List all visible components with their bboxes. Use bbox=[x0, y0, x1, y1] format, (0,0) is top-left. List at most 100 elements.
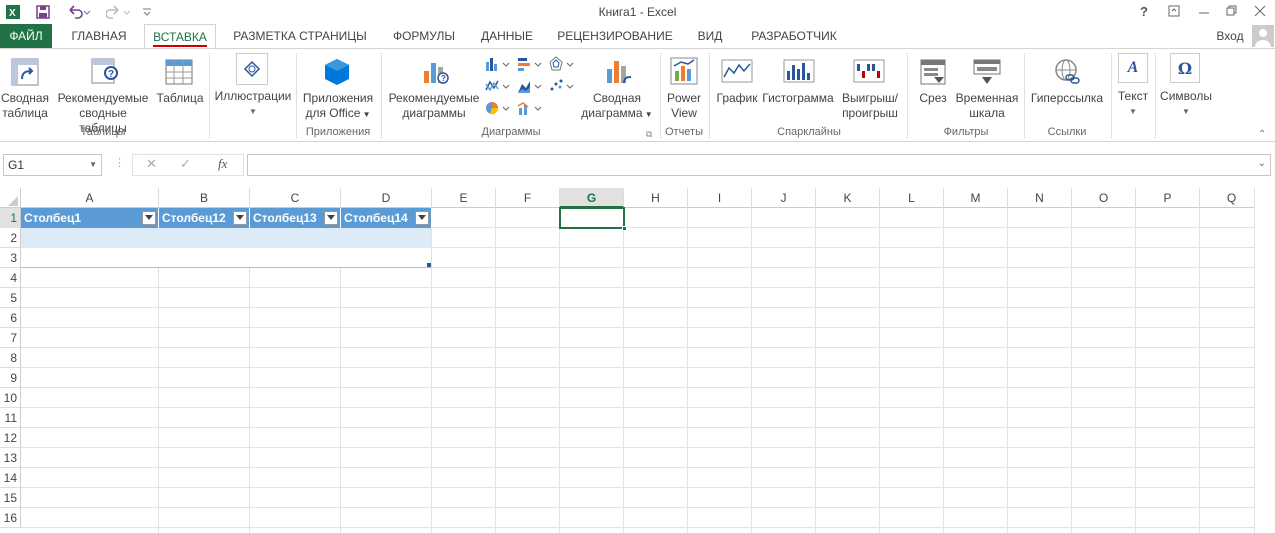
row-header[interactable]: 8 bbox=[0, 348, 21, 368]
minimize-icon[interactable] bbox=[1190, 0, 1218, 22]
insert-function-icon[interactable]: fx bbox=[218, 156, 227, 172]
recommended-charts-button[interactable]: Рекомендуемые диаграммы bbox=[386, 91, 482, 121]
row-header[interactable]: 4 bbox=[0, 268, 21, 288]
tab-home[interactable]: ГЛАВНАЯ bbox=[62, 24, 136, 48]
column-header[interactable]: B bbox=[159, 188, 250, 208]
power-view-button[interactable]: Power View bbox=[662, 91, 706, 121]
line-chart-icon[interactable] bbox=[484, 77, 512, 95]
column-header[interactable]: K bbox=[816, 188, 880, 208]
column-header[interactable]: G bbox=[560, 188, 624, 208]
restore-icon[interactable] bbox=[1218, 0, 1246, 22]
row-header[interactable]: 11 bbox=[0, 408, 21, 428]
row-header[interactable]: 2 bbox=[0, 228, 21, 248]
symbols-button[interactable]: Символы ▼ bbox=[1158, 89, 1214, 119]
table-band-row[interactable] bbox=[21, 228, 431, 248]
row-header[interactable]: 6 bbox=[0, 308, 21, 328]
row-header[interactable]: 15 bbox=[0, 488, 21, 508]
tab-formulas[interactable]: ФОРМУЛЫ bbox=[384, 24, 464, 48]
table-header-cell[interactable]: Столбец13 bbox=[250, 208, 341, 228]
row-header[interactable]: 3 bbox=[0, 248, 21, 268]
column-header[interactable]: M bbox=[944, 188, 1008, 208]
customize-qat-icon[interactable] bbox=[140, 2, 154, 22]
pivot-table-button[interactable]: Сводная таблица bbox=[0, 91, 50, 121]
pie-chart-icon[interactable] bbox=[484, 99, 512, 117]
column-header[interactable]: J bbox=[752, 188, 816, 208]
column-header[interactable]: L bbox=[880, 188, 944, 208]
column-chart-icon[interactable] bbox=[484, 55, 512, 73]
tab-page-layout[interactable]: РАЗМЕТКА СТРАНИЦЫ bbox=[226, 24, 374, 48]
name-box[interactable]: G1 ▼ bbox=[3, 154, 102, 176]
sparkline-winloss-button[interactable]: Выигрыш/ проигрыш bbox=[838, 91, 902, 121]
fill-handle[interactable] bbox=[622, 226, 627, 231]
vertical-scrollbar[interactable] bbox=[1254, 188, 1275, 533]
scatter-chart-icon[interactable] bbox=[548, 77, 576, 95]
ribbon-display-options-icon[interactable] bbox=[1160, 0, 1188, 22]
row-header[interactable]: 7 bbox=[0, 328, 21, 348]
tab-view[interactable]: ВИД bbox=[690, 24, 730, 48]
column-header[interactable]: O bbox=[1072, 188, 1136, 208]
filter-dropdown-icon[interactable] bbox=[324, 211, 338, 225]
help-button[interactable]: ? bbox=[1130, 0, 1158, 22]
row-header[interactable]: 10 bbox=[0, 388, 21, 408]
row-header[interactable]: 1 bbox=[0, 208, 21, 228]
collapse-ribbon-icon[interactable]: ⌃ bbox=[1258, 129, 1266, 140]
tab-review[interactable]: РЕЦЕНЗИРОВАНИЕ bbox=[552, 24, 678, 48]
column-header[interactable]: H bbox=[624, 188, 688, 208]
text-button[interactable]: Текст ▼ bbox=[1114, 89, 1152, 119]
filter-dropdown-icon[interactable] bbox=[233, 211, 247, 225]
row-header[interactable]: 9 bbox=[0, 368, 21, 388]
enter-icon[interactable]: ✓ bbox=[180, 156, 191, 172]
column-header[interactable]: E bbox=[432, 188, 496, 208]
tab-developer[interactable]: РАЗРАБОТЧИК bbox=[742, 24, 846, 48]
dialog-launcher-icon[interactable]: ⧉ bbox=[646, 129, 652, 140]
formula-input[interactable]: ⌄ bbox=[247, 154, 1271, 176]
row-header[interactable]: 13 bbox=[0, 448, 21, 468]
table-row[interactable] bbox=[21, 248, 431, 268]
row-header[interactable]: 16 bbox=[0, 508, 21, 528]
timeline-button[interactable]: Временная шкала bbox=[954, 91, 1020, 121]
filter-dropdown-icon[interactable] bbox=[415, 211, 429, 225]
redo-icon[interactable] bbox=[102, 2, 134, 22]
tab-file[interactable]: ФАЙЛ bbox=[0, 24, 52, 48]
row-header[interactable]: 5 bbox=[0, 288, 21, 308]
radar-chart-icon[interactable] bbox=[548, 55, 576, 73]
name-box-dropdown-icon[interactable]: ▼ bbox=[89, 155, 97, 175]
active-cell-selection[interactable] bbox=[559, 207, 627, 231]
tab-insert[interactable]: ВСТАВКА bbox=[144, 24, 216, 49]
column-header[interactable]: P bbox=[1136, 188, 1200, 208]
sparkline-column-button[interactable]: Гистограмма bbox=[760, 91, 836, 106]
save-icon[interactable] bbox=[32, 2, 54, 22]
row-header[interactable]: 14 bbox=[0, 468, 21, 488]
sign-in-link[interactable]: Вход bbox=[1212, 24, 1248, 48]
apps-for-office-button[interactable]: Приложения для Office ▼ bbox=[298, 91, 378, 122]
expand-formula-icon[interactable]: ⌄ bbox=[1258, 158, 1266, 169]
column-header[interactable]: D bbox=[341, 188, 432, 208]
illustrations-button[interactable]: Иллюстрации ▼ bbox=[212, 89, 294, 119]
slicer-button[interactable]: Срез bbox=[912, 91, 954, 106]
table-header-cell[interactable]: Столбец12 bbox=[159, 208, 250, 228]
undo-icon[interactable] bbox=[62, 2, 94, 22]
column-header[interactable]: F bbox=[496, 188, 560, 208]
select-all-corner[interactable] bbox=[0, 188, 21, 208]
avatar[interactable] bbox=[1252, 25, 1274, 47]
hyperlink-button[interactable]: Гиперссылка bbox=[1026, 91, 1108, 106]
column-header[interactable]: N bbox=[1008, 188, 1072, 208]
cancel-icon[interactable]: ✕ bbox=[146, 156, 157, 172]
column-header[interactable]: A bbox=[21, 188, 159, 208]
row-header[interactable]: 12 bbox=[0, 428, 21, 448]
pivot-chart-button[interactable]: Сводная диаграмма ▼ bbox=[578, 91, 656, 122]
tab-data[interactable]: ДАННЫЕ bbox=[474, 24, 540, 48]
filter-dropdown-icon[interactable] bbox=[142, 211, 156, 225]
column-header[interactable]: C bbox=[250, 188, 341, 208]
worksheet-grid[interactable]: ABCDEFGHIJKLMNOPQ 1 2 3 4 5 6 7 8 9 10 11 12 13 14 15 1… bbox=[0, 188, 1275, 533]
table-header-cell[interactable]: Столбец14 bbox=[341, 208, 432, 228]
table-resize-handle[interactable] bbox=[427, 263, 431, 267]
area-chart-icon[interactable] bbox=[516, 77, 544, 95]
table-button[interactable]: Таблица bbox=[154, 91, 206, 106]
close-icon[interactable] bbox=[1246, 0, 1274, 22]
combo-chart-icon[interactable] bbox=[516, 99, 544, 117]
bar-chart-icon[interactable] bbox=[516, 55, 544, 73]
column-header[interactable]: I bbox=[688, 188, 752, 208]
sparkline-line-button[interactable]: График bbox=[714, 91, 760, 106]
table-header-cell[interactable]: Столбец1 bbox=[21, 208, 159, 228]
